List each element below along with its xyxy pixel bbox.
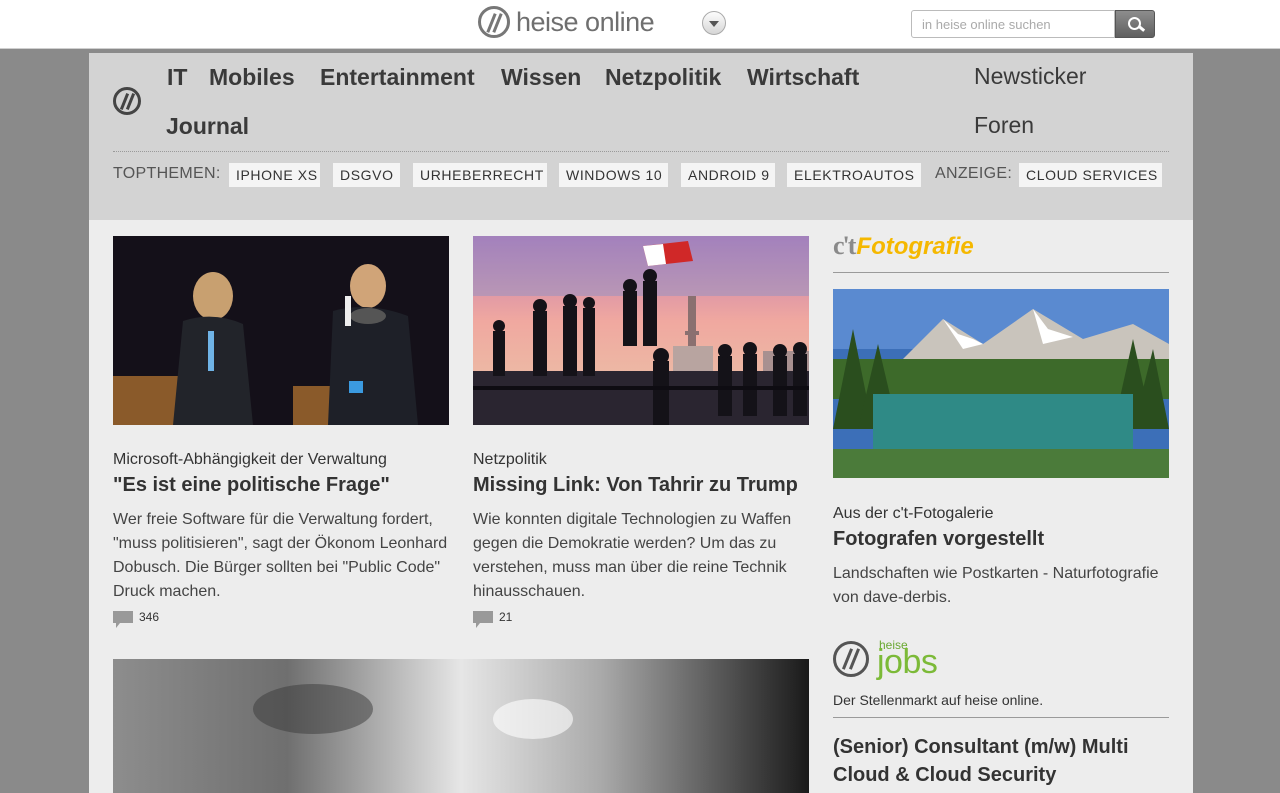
jobs-subtitle: Der Stellenmarkt auf heise online.	[833, 692, 1044, 708]
heise-home-icon[interactable]	[113, 87, 141, 115]
comment-bubble-icon	[113, 611, 133, 628]
sidebar-title[interactable]: Fotografen vorgestellt	[833, 528, 1044, 551]
nav-item-netzpolitik[interactable]: Netzpolitik	[605, 64, 721, 91]
topics-label: TOPTHEMEN:	[113, 165, 221, 182]
comment-count: 21	[499, 610, 513, 624]
article-image-tahrir-protest[interactable]	[473, 236, 809, 425]
nav-item-wirtschaft[interactable]: Wirtschaft	[747, 64, 859, 91]
jobs-brand: jobs	[877, 643, 938, 681]
topic-windows-10[interactable]: WINDOWS 10	[559, 163, 668, 187]
nav-item-mobiles[interactable]: Mobiles	[209, 64, 295, 91]
nav-item-foren[interactable]: Foren	[974, 112, 1034, 139]
ct-section: Fotografie	[856, 233, 974, 260]
topic-elektroautos[interactable]: ELEKTROAUTOS	[787, 163, 921, 187]
nav-item-newsticker[interactable]: Newsticker	[974, 63, 1086, 90]
article-kicker: Microsoft-Abhängigkeit der Verwaltung	[113, 451, 387, 468]
article-teaser: Wer freie Software für die Verwaltung fo…	[113, 511, 448, 600]
topic-iphone-xs[interactable]: IPHONE XS	[229, 163, 320, 187]
nav-item-it[interactable]: IT	[167, 64, 187, 91]
article-teaser: Wie konnten digitale Technologien zu Waf…	[473, 511, 792, 600]
main-navigation: IT Mobiles Entertainment Wissen Netzpoli…	[89, 53, 1193, 220]
article-title[interactable]: "Es ist eine politische Frage"	[113, 474, 390, 497]
top-bar: heise online	[0, 0, 1280, 49]
article-image-panel-discussion[interactable]	[113, 236, 449, 425]
article-image-large[interactable]	[113, 659, 809, 793]
article-title[interactable]: Missing Link: Von Tahrir zu Trump	[473, 474, 798, 497]
heise-online-logo[interactable]: heise online	[478, 4, 655, 40]
heise-logo-icon	[478, 6, 510, 38]
nav-item-wissen[interactable]: Wissen	[501, 64, 581, 91]
logo-text: heise online	[516, 6, 655, 37]
job-listing-title[interactable]: (Senior) Consultant (m/w) Multi Cloud & …	[833, 733, 1169, 789]
comment-bubble-icon	[473, 611, 493, 628]
ad-label: ANZEIGE:	[935, 165, 1013, 182]
heise-jobs-logo[interactable]: heise jobs	[833, 638, 963, 681]
article-kicker: Netzpolitik	[473, 451, 547, 468]
ct-fotografie-logo[interactable]: c't Fotografie	[833, 231, 974, 261]
topic-urheberrecht[interactable]: URHEBERRECHT	[413, 163, 547, 187]
page-container: IT Mobiles Entertainment Wissen Netzpoli…	[89, 53, 1193, 793]
nav-item-entertainment[interactable]: Entertainment	[320, 64, 475, 91]
topic-android-9[interactable]: ANDROID 9	[681, 163, 775, 187]
sidebar-kicker: Aus der c't-Fotogalerie	[833, 505, 994, 522]
nav-divider	[113, 151, 1169, 152]
topic-dsgvo[interactable]: DSGVO	[333, 163, 400, 187]
sidebar-teaser: Landschaften wie Postkarten - Naturfotog…	[833, 565, 1159, 606]
chevron-down-icon[interactable]	[702, 11, 726, 35]
search-button[interactable]	[1115, 10, 1155, 38]
topic-cloud-services[interactable]: CLOUD SERVICES	[1019, 163, 1162, 187]
search-input[interactable]	[911, 10, 1115, 38]
comments-link[interactable]: 346	[113, 610, 160, 628]
ct-brand: c't	[833, 231, 856, 260]
comments-link[interactable]: 21	[473, 610, 513, 628]
nav-item-journal[interactable]: Journal	[166, 113, 249, 140]
sidebar-image-mountain-lake[interactable]	[833, 289, 1169, 478]
heise-logo-icon	[833, 641, 869, 677]
comment-count: 346	[139, 610, 160, 624]
